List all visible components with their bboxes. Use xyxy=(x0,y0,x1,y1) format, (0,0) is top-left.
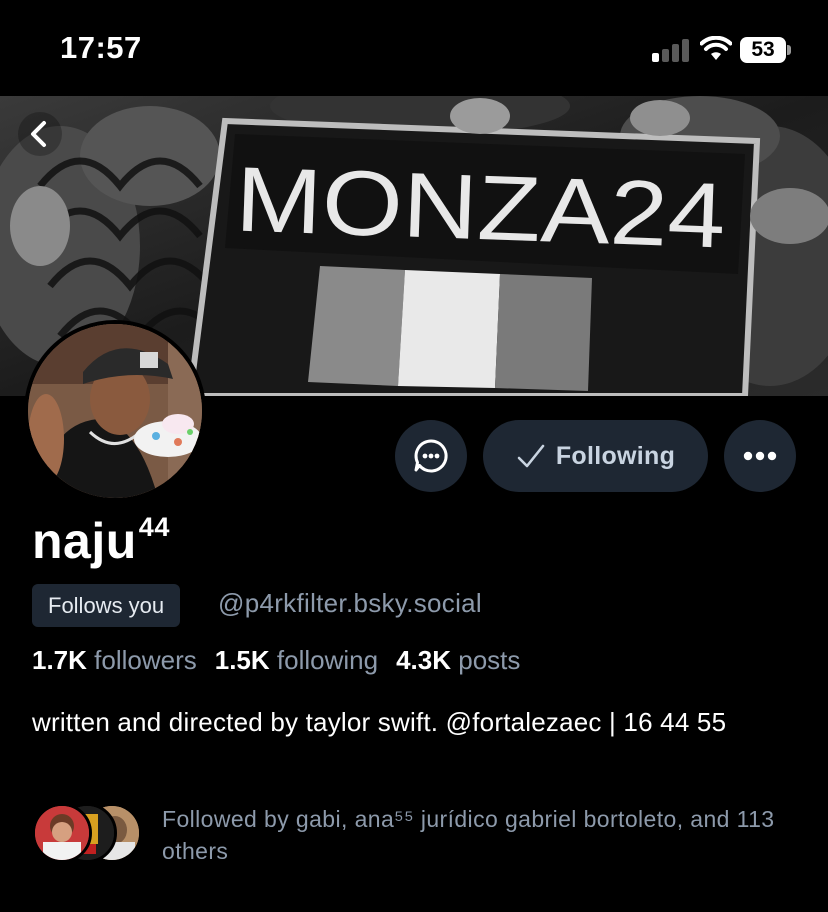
stat-label: followers xyxy=(94,645,197,675)
following-button[interactable]: Following xyxy=(483,420,708,492)
status-time: 17:57 xyxy=(60,30,142,65)
battery-icon: 53 xyxy=(740,37,792,63)
following-label: Following xyxy=(555,441,676,470)
message-icon xyxy=(414,439,448,473)
stat-posts: 4.3K posts xyxy=(396,645,520,676)
stat-following[interactable]: 1.5K following xyxy=(215,645,378,676)
stat-label: following xyxy=(276,645,379,675)
mutual-followers-avatars[interactable] xyxy=(32,803,144,865)
stat-count: 1.5K xyxy=(214,645,270,675)
avatar[interactable] xyxy=(24,320,206,502)
stat-count: 4.3K xyxy=(396,645,451,675)
checkmark-icon xyxy=(517,444,545,468)
status-bar: 17:57 53 xyxy=(0,0,828,96)
profile-handle: @p4rkfilter.bsky.social xyxy=(218,588,483,618)
banner-sign-text: MONZA24 xyxy=(234,149,727,268)
stat-label: posts xyxy=(458,645,521,675)
more-options-button[interactable] xyxy=(724,420,796,492)
back-button[interactable] xyxy=(18,112,62,156)
message-button[interactable] xyxy=(395,420,467,492)
profile-bio: written and directed by taylor swift. @f… xyxy=(32,707,727,737)
signal-icon xyxy=(652,38,692,62)
mutual-avatar xyxy=(32,803,92,863)
stat-followers[interactable]: 1.7K followers xyxy=(32,645,197,676)
follows-you-badge: Follows you xyxy=(32,584,181,627)
chevron-left-icon xyxy=(31,121,46,147)
more-icon xyxy=(743,451,777,461)
display-name-text: naju xyxy=(32,513,137,569)
followed-by-text[interactable]: Followed by gabi, ana⁵⁵ jurídico gabriel… xyxy=(162,803,802,867)
stat-count: 1.7K xyxy=(32,645,87,675)
profile-stats: 1.7K followers 1.5K following 4.3K posts xyxy=(32,645,520,676)
wifi-icon xyxy=(700,36,732,60)
display-name: naju44 xyxy=(32,512,170,570)
battery-level: 53 xyxy=(740,37,786,63)
display-name-suffix: 44 xyxy=(138,512,170,542)
